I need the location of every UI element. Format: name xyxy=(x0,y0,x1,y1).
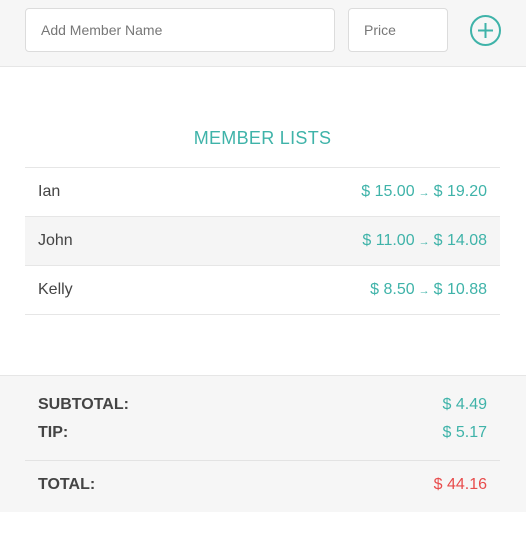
member-base-price: $ 8.50 xyxy=(370,281,415,298)
arrow-right-icon: → xyxy=(418,236,430,248)
member-row[interactable]: John $ 11.00 → $ 14.08 xyxy=(25,217,500,266)
member-name: Kelly xyxy=(38,281,73,298)
total-label: TOTAL: xyxy=(38,476,96,493)
summary-divider xyxy=(25,460,500,461)
add-member-button[interactable] xyxy=(470,15,501,46)
member-total-price: $ 14.08 xyxy=(433,232,487,249)
member-base-price: $ 11.00 xyxy=(362,232,415,249)
arrow-right-icon: → xyxy=(418,187,430,199)
summary-panel: SUBTOTAL: $ 4.49 TIP: $ 5.17 TOTAL: $ 44… xyxy=(0,375,526,512)
member-name: Ian xyxy=(38,183,61,200)
member-total-price: $ 19.20 xyxy=(433,183,487,200)
subtotal-value: $ 4.49 xyxy=(442,396,487,413)
member-name: John xyxy=(38,232,73,249)
price-input[interactable] xyxy=(348,8,448,52)
member-price: $ 15.00 → $ 19.20 xyxy=(361,183,487,201)
member-price: $ 11.00 → $ 14.08 xyxy=(362,232,487,250)
total-row: TOTAL: $ 44.16 xyxy=(38,476,487,494)
member-total-price: $ 10.88 xyxy=(433,281,487,298)
tip-value: $ 5.17 xyxy=(442,424,487,441)
member-lists-title: MEMBER LISTS xyxy=(193,128,332,148)
member-row[interactable]: Ian $ 15.00 → $ 19.20 xyxy=(25,168,500,217)
arrow-right-icon: → xyxy=(418,285,430,297)
subtotal-label: SUBTOTAL: xyxy=(38,396,129,413)
member-row[interactable]: Kelly $ 8.50 → $ 10.88 xyxy=(25,266,500,315)
total-value: $ 44.16 xyxy=(433,476,487,493)
tip-label: TIP: xyxy=(38,424,69,441)
member-name-input[interactable] xyxy=(25,8,335,52)
tip-row: TIP: $ 5.17 xyxy=(38,424,487,442)
member-price: $ 8.50 → $ 10.88 xyxy=(370,281,487,299)
plus-icon xyxy=(478,23,493,38)
member-list: Ian $ 15.00 → $ 19.20 John $ 11.00 → $ 14.08… xyxy=(25,167,500,315)
add-member-bar xyxy=(0,0,526,67)
subtotal-row: SUBTOTAL: $ 4.49 xyxy=(38,396,487,414)
member-base-price: $ 15.00 xyxy=(361,183,415,200)
